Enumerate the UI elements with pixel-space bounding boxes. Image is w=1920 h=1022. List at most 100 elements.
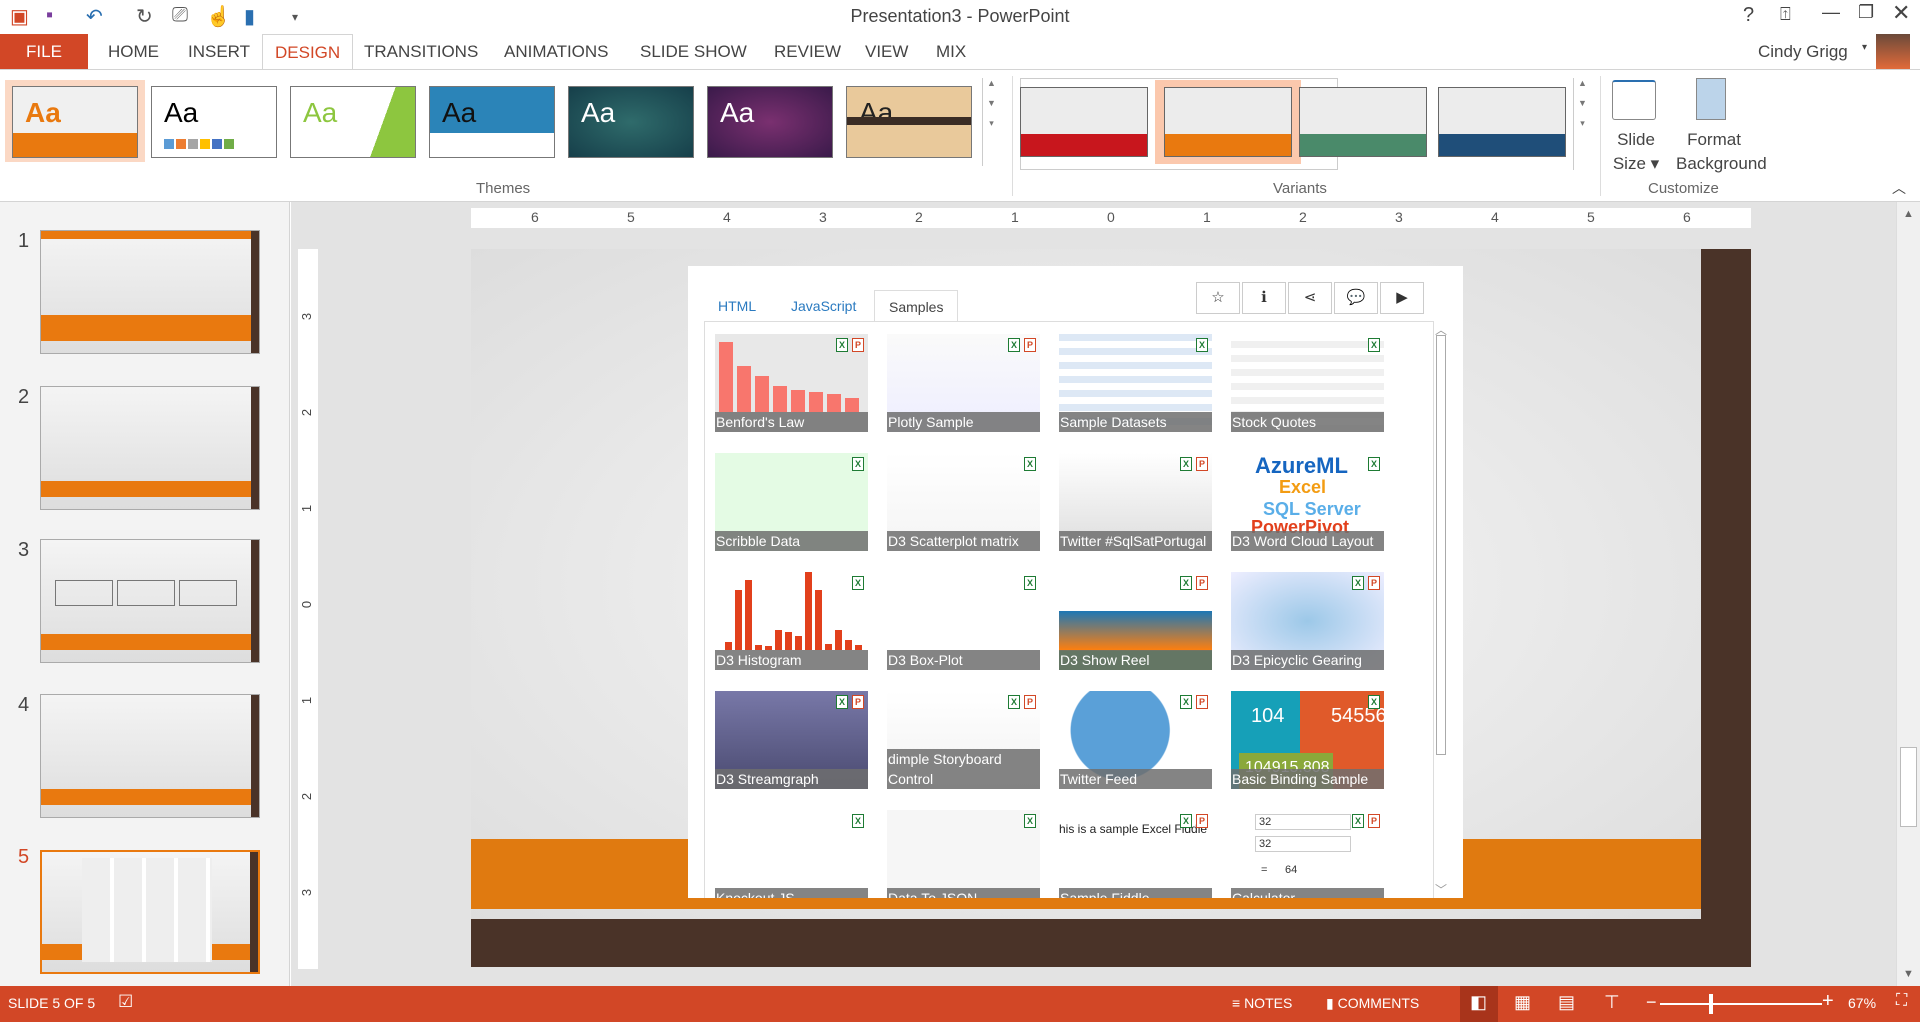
slide-size-button[interactable]: Slide Size ▾	[1612, 128, 1660, 176]
sample-tile[interactable]: X Data To JSON	[887, 810, 1040, 898]
ruler-tick-label: 3	[299, 888, 315, 897]
slide-thumbnail-4[interactable]	[40, 694, 260, 818]
variant-thumbnail[interactable]	[1438, 87, 1566, 157]
slide-thumbnail-1[interactable]	[40, 230, 260, 354]
sample-tile[interactable]: AzureML Excel SQL Server PowerPivot X D3 Word…	[1231, 453, 1384, 551]
zoom-out-button[interactable]: −	[1646, 992, 1657, 1013]
tab-animations[interactable]: ANIMATIONS	[492, 34, 621, 70]
slide-thumbnail-5[interactable]	[40, 850, 260, 974]
tab-file[interactable]: FILE	[0, 34, 88, 70]
share-button[interactable]: ⋖	[1288, 282, 1332, 314]
theme-thumbnail[interactable]: Aa	[290, 86, 416, 158]
samples-scrollbar[interactable]: ︿ ﹀	[1434, 321, 1448, 898]
ruler-tick-label: 3	[1395, 209, 1403, 225]
tab-view[interactable]: VIEW	[853, 34, 920, 70]
variant-thumbnail[interactable]	[1299, 87, 1427, 157]
sample-tile[interactable]: P X D3 Streamgraph	[715, 691, 868, 789]
sample-tile[interactable]: X D3 Histogram	[715, 572, 868, 670]
star-button[interactable]: ☆	[1196, 282, 1240, 314]
sample-tile[interactable]: X Knockout JS	[715, 810, 868, 898]
calculator-value[interactable]: 32	[1255, 814, 1351, 830]
sample-tile[interactable]: X D3 Scatterplot matrix	[887, 453, 1040, 551]
tab-design[interactable]: DESIGN	[262, 34, 354, 70]
help-button[interactable]: ?	[1743, 4, 1754, 27]
sample-tile[interactable]: P X Twitter #SqlSatPortugal	[1059, 453, 1212, 551]
zoom-in-button[interactable]: +	[1822, 990, 1834, 1013]
format-background-icon[interactable]	[1696, 78, 1726, 120]
ribbon-display-options-icon[interactable]: ⍐	[1780, 4, 1791, 25]
tab-insert[interactable]: INSERT	[176, 34, 262, 70]
user-dropdown-icon[interactable]: ▾	[1862, 42, 1867, 53]
sample-title: Sample Fiddle	[1059, 888, 1212, 898]
sample-tile[interactable]: P X D3 Show Reel	[1059, 572, 1212, 670]
info-button[interactable]: ℹ	[1242, 282, 1286, 314]
sample-title: Stock Quotes	[1231, 412, 1384, 432]
sample-tile[interactable]: P X Benford's Law	[715, 334, 868, 432]
ribbon-tabs: FILE HOME INSERT DESIGN TRANSITIONS ANIM…	[0, 34, 1920, 70]
ruler-tick-label: 2	[299, 792, 315, 801]
restore-icon[interactable]: ❐	[1858, 2, 1874, 23]
vertical-ruler[interactable]: 3 2 1 0 1 2 3	[298, 249, 318, 969]
theme-thumbnail[interactable]: Aa	[429, 86, 555, 158]
minimize-icon[interactable]: —	[1822, 2, 1840, 23]
sample-tile[interactable]: 1045455622104915.808XBasic Binding Sampl…	[1231, 691, 1384, 789]
slide-number: 4	[18, 694, 30, 716]
user-name[interactable]: Cindy Grigg	[1758, 42, 1848, 62]
sample-tile[interactable]: X Scribble Data	[715, 453, 868, 551]
powerpoint-icon: P	[852, 338, 864, 352]
slide-sorter-icon[interactable]: ▦	[1514, 992, 1531, 1013]
avatar[interactable]	[1876, 34, 1910, 70]
sample-title: Plotly Sample	[887, 412, 1040, 432]
ruler-tick-label: 0	[1107, 209, 1115, 225]
zoom-level[interactable]: 67%	[1848, 995, 1876, 1011]
calculator-value[interactable]: 32	[1255, 836, 1351, 852]
horizontal-ruler[interactable]: 6 5 4 3 2 1 0 1 2 3 4 5 6	[471, 208, 1751, 228]
slide-thumbnail-3[interactable]	[40, 539, 260, 663]
sample-tile[interactable]: P X Plotly Sample	[887, 334, 1040, 432]
play-button[interactable]: ▶	[1380, 282, 1424, 314]
tab-samples[interactable]: Samples	[874, 290, 959, 321]
editor-scrollbar[interactable]: ▲ ▼	[1896, 202, 1920, 986]
sample-tile[interactable]: P X D3 Epicyclic Gearing	[1231, 572, 1384, 670]
collapse-ribbon-icon[interactable]: ︿	[1892, 178, 1906, 198]
format-background-button[interactable]: Format Background	[1676, 128, 1767, 176]
excel-icon: X	[836, 695, 848, 709]
fit-to-window-icon[interactable]: ⛶	[1896, 992, 1907, 1010]
tab-mix[interactable]: MIX	[924, 34, 978, 70]
variant-thumbnail[interactable]	[1020, 87, 1148, 157]
zoom-slider[interactable]	[1660, 994, 1822, 1014]
reading-view-icon[interactable]: ▤	[1558, 992, 1575, 1013]
tab-javascript[interactable]: JavaScript	[777, 290, 870, 322]
sample-tile[interactable]: 32 32 = 64 P X Calculator	[1231, 810, 1384, 898]
slide-thumbnail-2[interactable]	[40, 386, 260, 510]
sample-tile[interactable]: X Sample Datasets	[1059, 334, 1212, 432]
tab-review[interactable]: REVIEW	[762, 34, 853, 70]
star-icon: ☆	[1211, 289, 1225, 306]
slide-show-icon[interactable]: ⊤	[1604, 992, 1620, 1013]
sample-tile[interactable]: X D3 Box-Plot	[887, 572, 1040, 670]
play-icon: ▶	[1396, 289, 1408, 306]
tab-home[interactable]: HOME	[96, 34, 171, 70]
themes-gallery-scroll[interactable]: ▲ ▼ ▾	[982, 78, 1000, 166]
sample-tile[interactable]: P Xdimple Storyboard Control	[887, 691, 1040, 789]
variant-thumbnail[interactable]	[1164, 87, 1292, 157]
theme-thumbnail[interactable]: Aa	[151, 86, 277, 158]
tab-transitions[interactable]: TRANSITIONS	[352, 34, 490, 70]
sample-tile[interactable]: his is a sample Excel Fiddle P X Sample Fid…	[1059, 810, 1212, 898]
theme-thumbnail[interactable]: Aa	[12, 86, 138, 158]
tab-slide-show[interactable]: SLIDE SHOW	[628, 34, 759, 70]
close-icon[interactable]: ✕	[1892, 0, 1910, 26]
variants-gallery-scroll[interactable]: ▲ ▼ ▾	[1573, 78, 1591, 170]
sample-tile[interactable]: P X Twitter Feed	[1059, 691, 1212, 789]
excel-icon: X	[1180, 457, 1192, 471]
comment-button[interactable]: 💬	[1334, 282, 1378, 314]
slide-size-icon[interactable]	[1612, 80, 1656, 120]
theme-thumbnail[interactable]: Aa	[846, 86, 972, 158]
theme-thumbnail[interactable]: Aa	[568, 86, 694, 158]
comments-button[interactable]: ▮ COMMENTS	[1326, 995, 1419, 1012]
theme-thumbnail[interactable]: Aa	[707, 86, 833, 158]
spell-check-icon[interactable]: ☑	[118, 992, 133, 1012]
sample-tile[interactable]: X Stock Quotes	[1231, 334, 1384, 432]
tab-html[interactable]: HTML	[704, 290, 770, 322]
notes-button[interactable]: ≡ NOTES	[1232, 995, 1292, 1011]
